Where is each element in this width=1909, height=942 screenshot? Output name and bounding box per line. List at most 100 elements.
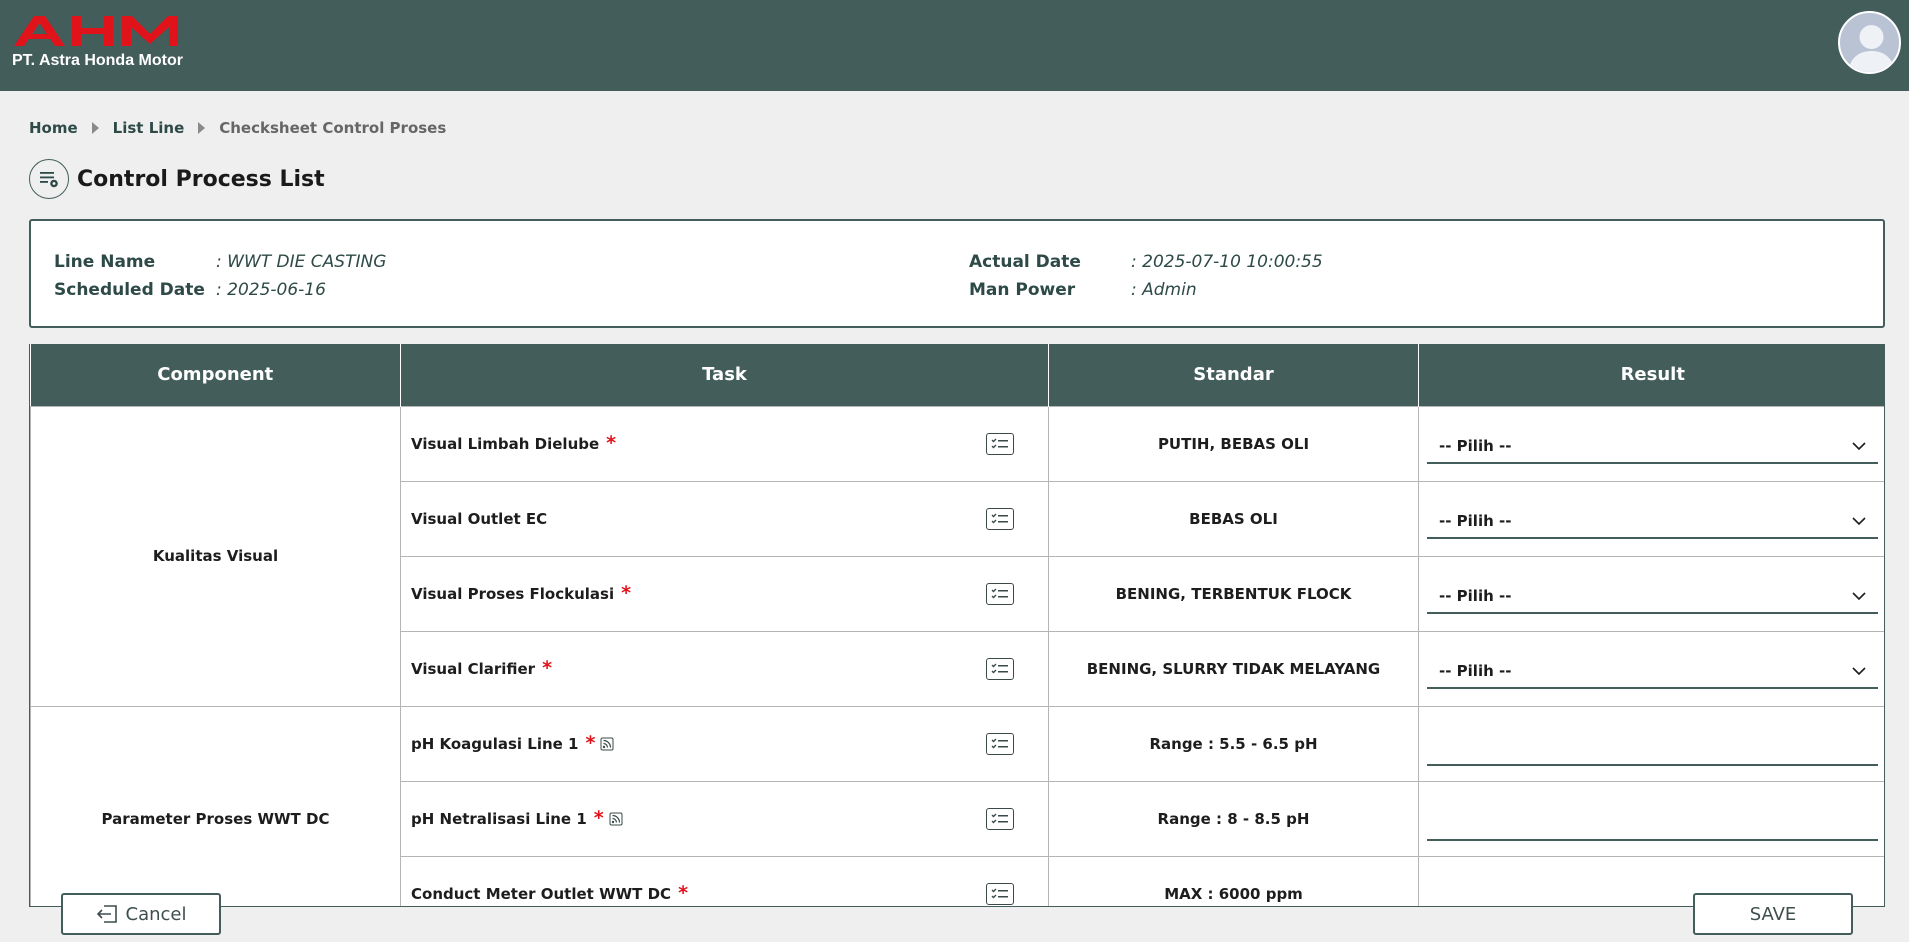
chevron-down-icon [1852,517,1866,525]
save-button-label: SAVE [1749,903,1797,925]
standar-cell: BEBAS OLI [1048,480,1419,557]
scheduled-date-value: : 2025-06-16 [216,280,326,300]
actual-date-label: Actual Date [969,252,1081,272]
task-detail-icon[interactable] [986,732,1014,755]
task-detail-icon[interactable] [986,882,1014,905]
result-cell: -- Pilih -- [1418,630,1884,707]
task-detail-icon[interactable] [986,507,1014,530]
task-detail-icon[interactable] [986,807,1014,830]
task-label: Visual Outlet EC [411,509,548,528]
component-kualitas-visual: Kualitas Visual [30,405,401,707]
required-asterisk: * [585,732,596,754]
result-cell [1418,780,1884,857]
result-cell: -- Pilih -- [1418,480,1884,557]
man-power-value: : Admin [1131,280,1197,300]
task-cell: pH Netralisasi Line 1 * [400,780,1049,857]
table-row: Kualitas Visual Visual Limbah Dielube * … [30,405,1884,707]
breadcrumb-separator-icon [198,122,206,134]
checklist-settings-icon [29,159,69,199]
scheduled-date-label: Scheduled Date [54,280,205,300]
table-row: Parameter Proses WWT DC pH Koagulasi Lin… [30,705,1884,906]
result-cell: -- Pilih -- [1418,405,1884,482]
component-parameter-proses: Parameter Proses WWT DC [30,705,401,906]
column-header-standar: Standar [1048,344,1419,406]
column-header-task: Task [400,344,1049,406]
task-label: Visual Clarifier [411,659,536,678]
task-cell: Visual Outlet EC [400,480,1049,557]
exit-icon [96,905,117,923]
task-detail-icon[interactable] [986,657,1014,680]
column-header-result: Result [1418,344,1884,406]
checksheet-table: Component Task Standar Result Kualitas V… [30,344,1884,906]
user-icon [1848,25,1895,72]
line-name-row: Line Name : WWT DIE CASTING [54,249,386,275]
page-title: Control Process List [77,166,325,192]
result-cell: -- Pilih -- [1418,555,1884,632]
breadcrumb-list-line[interactable]: List Line [113,119,185,137]
required-asterisk: * [678,882,689,904]
result-input[interactable] [1427,731,1878,766]
actual-date-value: : 2025-07-10 10:00:55 [1131,252,1323,272]
top-bar: PT. Astra Honda Motor [0,0,1909,91]
task-cell: Visual Proses Flockulasi * [400,555,1049,632]
scheduled-date-row: Scheduled Date : 2025-06-16 [54,277,326,303]
man-power-row: Man Power : Admin [969,277,1197,303]
user-avatar[interactable] [1838,11,1901,74]
task-cell: Visual Limbah Dielube * [400,405,1049,482]
task-label: pH Koagulasi Line 1 [411,734,579,753]
result-select[interactable]: -- Pilih -- [1427,655,1878,689]
chevron-down-icon [1852,442,1866,450]
result-select-value: -- Pilih -- [1439,437,1512,455]
sensor-signal-icon [609,812,623,826]
result-select[interactable]: -- Pilih -- [1427,580,1878,614]
breadcrumb: Home List Line Checksheet Control Proses [29,118,446,138]
breadcrumb-separator-icon [91,122,99,134]
cancel-button-label: Cancel [125,903,187,925]
required-asterisk: * [621,582,632,604]
cancel-button[interactable]: Cancel [61,893,221,935]
standar-cell: BENING, TERBENTUK FLOCK [1048,555,1419,632]
ahm-logo-mark [14,16,178,46]
breadcrumb-home[interactable]: Home [29,119,78,137]
task-label: Conduct Meter Outlet WWT DC [411,884,672,903]
task-label: Visual Limbah Dielube [411,434,600,453]
standar-cell: PUTIH, BEBAS OLI [1048,405,1419,482]
breadcrumb-current: Checksheet Control Proses [219,119,447,137]
checksheet-table-container[interactable]: Component Task Standar Result Kualitas V… [29,344,1885,907]
ahm-logo: PT. Astra Honda Motor [12,14,188,69]
task-label: Visual Proses Flockulasi [411,584,615,603]
task-detail-icon[interactable] [986,582,1014,605]
chevron-down-icon [1852,592,1866,600]
result-select[interactable]: -- Pilih -- [1427,505,1878,539]
sensor-signal-icon [600,737,614,751]
table-header-row: Component Task Standar Result [30,344,1884,406]
actual-date-row: Actual Date : 2025-07-10 10:00:55 [969,249,1323,275]
result-select-value: -- Pilih -- [1439,587,1512,605]
result-select[interactable]: -- Pilih -- [1427,430,1878,464]
page-header: Control Process List [29,159,325,199]
line-info-card: Line Name : WWT DIE CASTING Scheduled Da… [29,219,1885,328]
required-asterisk: * [542,657,553,679]
task-cell: Visual Clarifier * [400,630,1049,707]
line-name-label: Line Name [54,252,156,272]
standar-cell: BENING, SLURRY TIDAK MELAYANG [1048,630,1419,707]
result-input[interactable] [1427,806,1878,841]
result-cell [1418,705,1884,782]
company-name: PT. Astra Honda Motor [12,52,183,69]
result-select-value: -- Pilih -- [1439,662,1512,680]
required-asterisk: * [606,432,617,454]
task-detail-icon[interactable] [986,432,1014,455]
line-name-value: : WWT DIE CASTING [216,252,387,272]
task-cell: pH Koagulasi Line 1 * [400,705,1049,782]
task-cell: Conduct Meter Outlet WWT DC * [400,855,1049,906]
chevron-down-icon [1852,667,1866,675]
result-select-value: -- Pilih -- [1439,512,1512,530]
standar-cell: MAX : 6000 ppm [1048,855,1419,906]
task-label: pH Netralisasi Line 1 [411,809,587,828]
required-asterisk: * [593,807,604,829]
column-header-component: Component [30,344,401,406]
standar-cell: Range : 5.5 - 6.5 pH [1048,705,1419,782]
standar-cell: Range : 8 - 8.5 pH [1048,780,1419,857]
save-button[interactable]: SAVE [1693,893,1853,935]
man-power-label: Man Power [969,280,1076,300]
